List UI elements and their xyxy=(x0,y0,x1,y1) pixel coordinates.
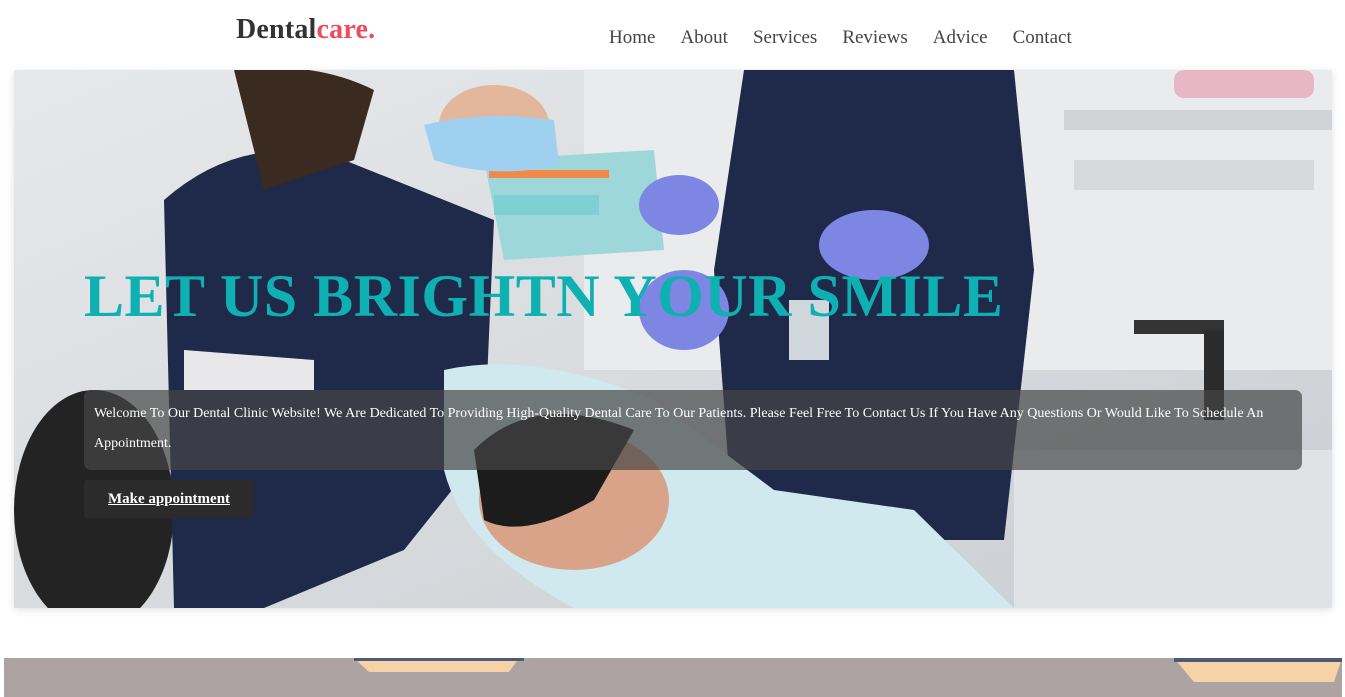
next-section-image xyxy=(4,658,1342,697)
logo-accent: care. xyxy=(316,14,376,45)
nav-contact[interactable]: Contact xyxy=(1013,26,1072,50)
logo-main: Dental xyxy=(236,14,317,45)
hero-welcome-text: Welcome To Our Dental Clinic Website! We… xyxy=(84,390,1302,470)
hero-background-photo xyxy=(14,70,1332,608)
nav-home[interactable]: Home xyxy=(609,26,655,50)
hero-section: LET US BRIGHTN YOUR SMILE Welcome To Our… xyxy=(14,70,1332,608)
site-logo[interactable]: Dentalcare. xyxy=(236,14,375,46)
make-appointment-button[interactable]: Make appointment xyxy=(84,480,254,518)
nav-about[interactable]: About xyxy=(680,26,728,50)
next-section-photo xyxy=(4,658,1342,697)
nav-reviews[interactable]: Reviews xyxy=(842,26,907,50)
site-header: Dentalcare. Home About Services Reviews … xyxy=(0,0,1345,70)
hero-title: LET US BRIGHTN YOUR SMILE xyxy=(84,263,1004,329)
nav-services[interactable]: Services xyxy=(753,26,817,50)
nav-advice[interactable]: Advice xyxy=(933,26,988,50)
main-nav: Home About Services Reviews Advice Conta… xyxy=(609,26,1072,50)
